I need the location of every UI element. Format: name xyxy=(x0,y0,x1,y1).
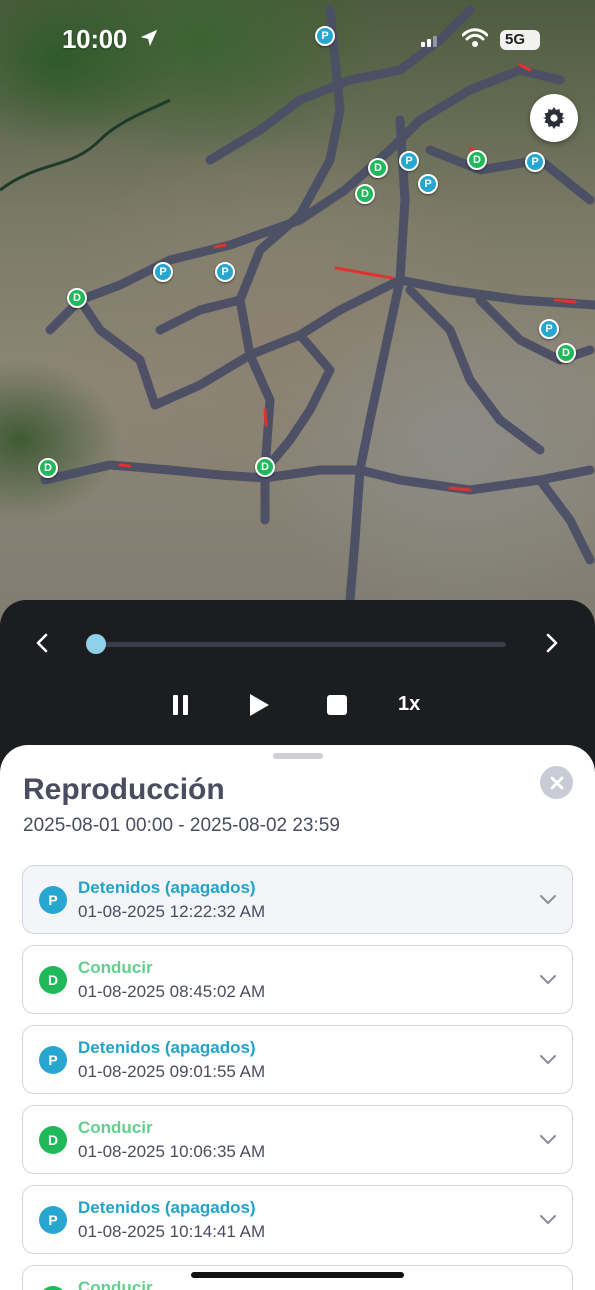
chevron-down-icon[interactable] xyxy=(539,1132,557,1146)
event-title: Detenidos (apagados) xyxy=(78,1038,256,1057)
gear-icon xyxy=(543,107,565,129)
marker-driving[interactable]: D xyxy=(255,457,275,477)
parked-badge-icon: P xyxy=(39,1206,67,1234)
parked-badge-icon: P xyxy=(39,886,67,914)
event-title: Detenidos (apagados) xyxy=(78,878,256,897)
marker-driving[interactable]: D xyxy=(67,288,87,308)
event-time: 01-08-2025 10:06:35 AM xyxy=(78,1142,266,1161)
home-indicator[interactable] xyxy=(191,1272,404,1278)
signal-icon xyxy=(421,36,437,47)
driving-badge-icon: D xyxy=(39,1126,67,1154)
battery-icon: 5G xyxy=(500,30,540,50)
chevron-down-icon[interactable] xyxy=(539,1052,557,1066)
event-time: 01-08-2025 08:45:02 AM xyxy=(78,982,266,1001)
chevron-left-icon[interactable] xyxy=(30,630,54,656)
marker-driving[interactable]: D xyxy=(368,158,388,178)
play-icon[interactable] xyxy=(246,692,272,718)
settings-button[interactable] xyxy=(530,94,578,142)
marker-parked[interactable]: P xyxy=(399,151,419,171)
page-title: Reproducción xyxy=(23,773,225,806)
marker-parked[interactable]: P xyxy=(418,174,438,194)
list-item[interactable]: D Conducir 01-08-2025 10:06:35 AM xyxy=(22,1105,573,1174)
chevron-down-icon[interactable] xyxy=(539,1212,557,1226)
event-title: Conducir xyxy=(78,958,153,977)
event-title: Conducir xyxy=(78,1278,153,1290)
marker-driving[interactable]: D xyxy=(467,150,487,170)
driving-badge-icon: D xyxy=(39,1286,67,1290)
list-item[interactable]: D Conducir 01-08-2025 08:45:02 AM xyxy=(22,945,573,1014)
marker-parked[interactable]: P xyxy=(153,262,173,282)
close-button[interactable] xyxy=(540,766,573,799)
close-icon xyxy=(550,776,563,789)
list-item[interactable]: P Detenidos (apagados) 01-08-2025 09:01:… xyxy=(22,1025,573,1094)
parked-badge-icon: P xyxy=(39,1046,67,1074)
stop-icon[interactable] xyxy=(324,692,350,718)
event-time: 01-08-2025 10:14:41 AM xyxy=(78,1222,266,1241)
list-item[interactable]: P Detenidos (apagados) 01-08-2025 10:14:… xyxy=(22,1185,573,1254)
event-time: 01-08-2025 09:01:55 AM xyxy=(78,1062,266,1081)
playback-speed-button[interactable]: 1x xyxy=(398,693,420,716)
event-title: Detenidos (apagados) xyxy=(78,1198,256,1217)
date-range: 2025-08-01 00:00 - 2025-08-02 23:59 xyxy=(23,815,340,836)
marker-parked[interactable]: P xyxy=(539,319,559,339)
map-view[interactable]: P P P D D D P P P D P D D D 10:00 5G xyxy=(0,0,595,640)
event-title: Conducir xyxy=(78,1118,153,1137)
marker-driving[interactable]: D xyxy=(38,458,58,478)
sheet-grabber[interactable] xyxy=(273,753,323,759)
timeline-thumb[interactable] xyxy=(86,634,106,654)
pause-icon[interactable] xyxy=(168,692,194,718)
event-list: P Detenidos (apagados) 01-08-2025 12:22:… xyxy=(22,865,573,1290)
list-item[interactable]: P Detenidos (apagados) 01-08-2025 12:22:… xyxy=(22,865,573,934)
chevron-right-icon[interactable] xyxy=(540,630,564,656)
chevron-down-icon[interactable] xyxy=(539,892,557,906)
marker-parked[interactable]: P xyxy=(525,152,545,172)
location-arrow-icon xyxy=(140,29,158,47)
playback-sheet: Reproducción 2025-08-01 00:00 - 2025-08-… xyxy=(0,745,595,1290)
marker-driving[interactable]: D xyxy=(355,184,375,204)
chevron-down-icon[interactable] xyxy=(539,972,557,986)
timeline-track[interactable] xyxy=(94,642,506,647)
status-bar: 10:00 5G xyxy=(0,0,595,80)
event-time: 01-08-2025 12:22:32 AM xyxy=(78,902,266,921)
route-overlay xyxy=(0,5,595,605)
driving-badge-icon: D xyxy=(39,966,67,994)
wifi-icon xyxy=(462,28,488,47)
status-time: 10:00 xyxy=(62,24,127,54)
marker-driving[interactable]: D xyxy=(556,343,576,363)
marker-parked[interactable]: P xyxy=(215,262,235,282)
